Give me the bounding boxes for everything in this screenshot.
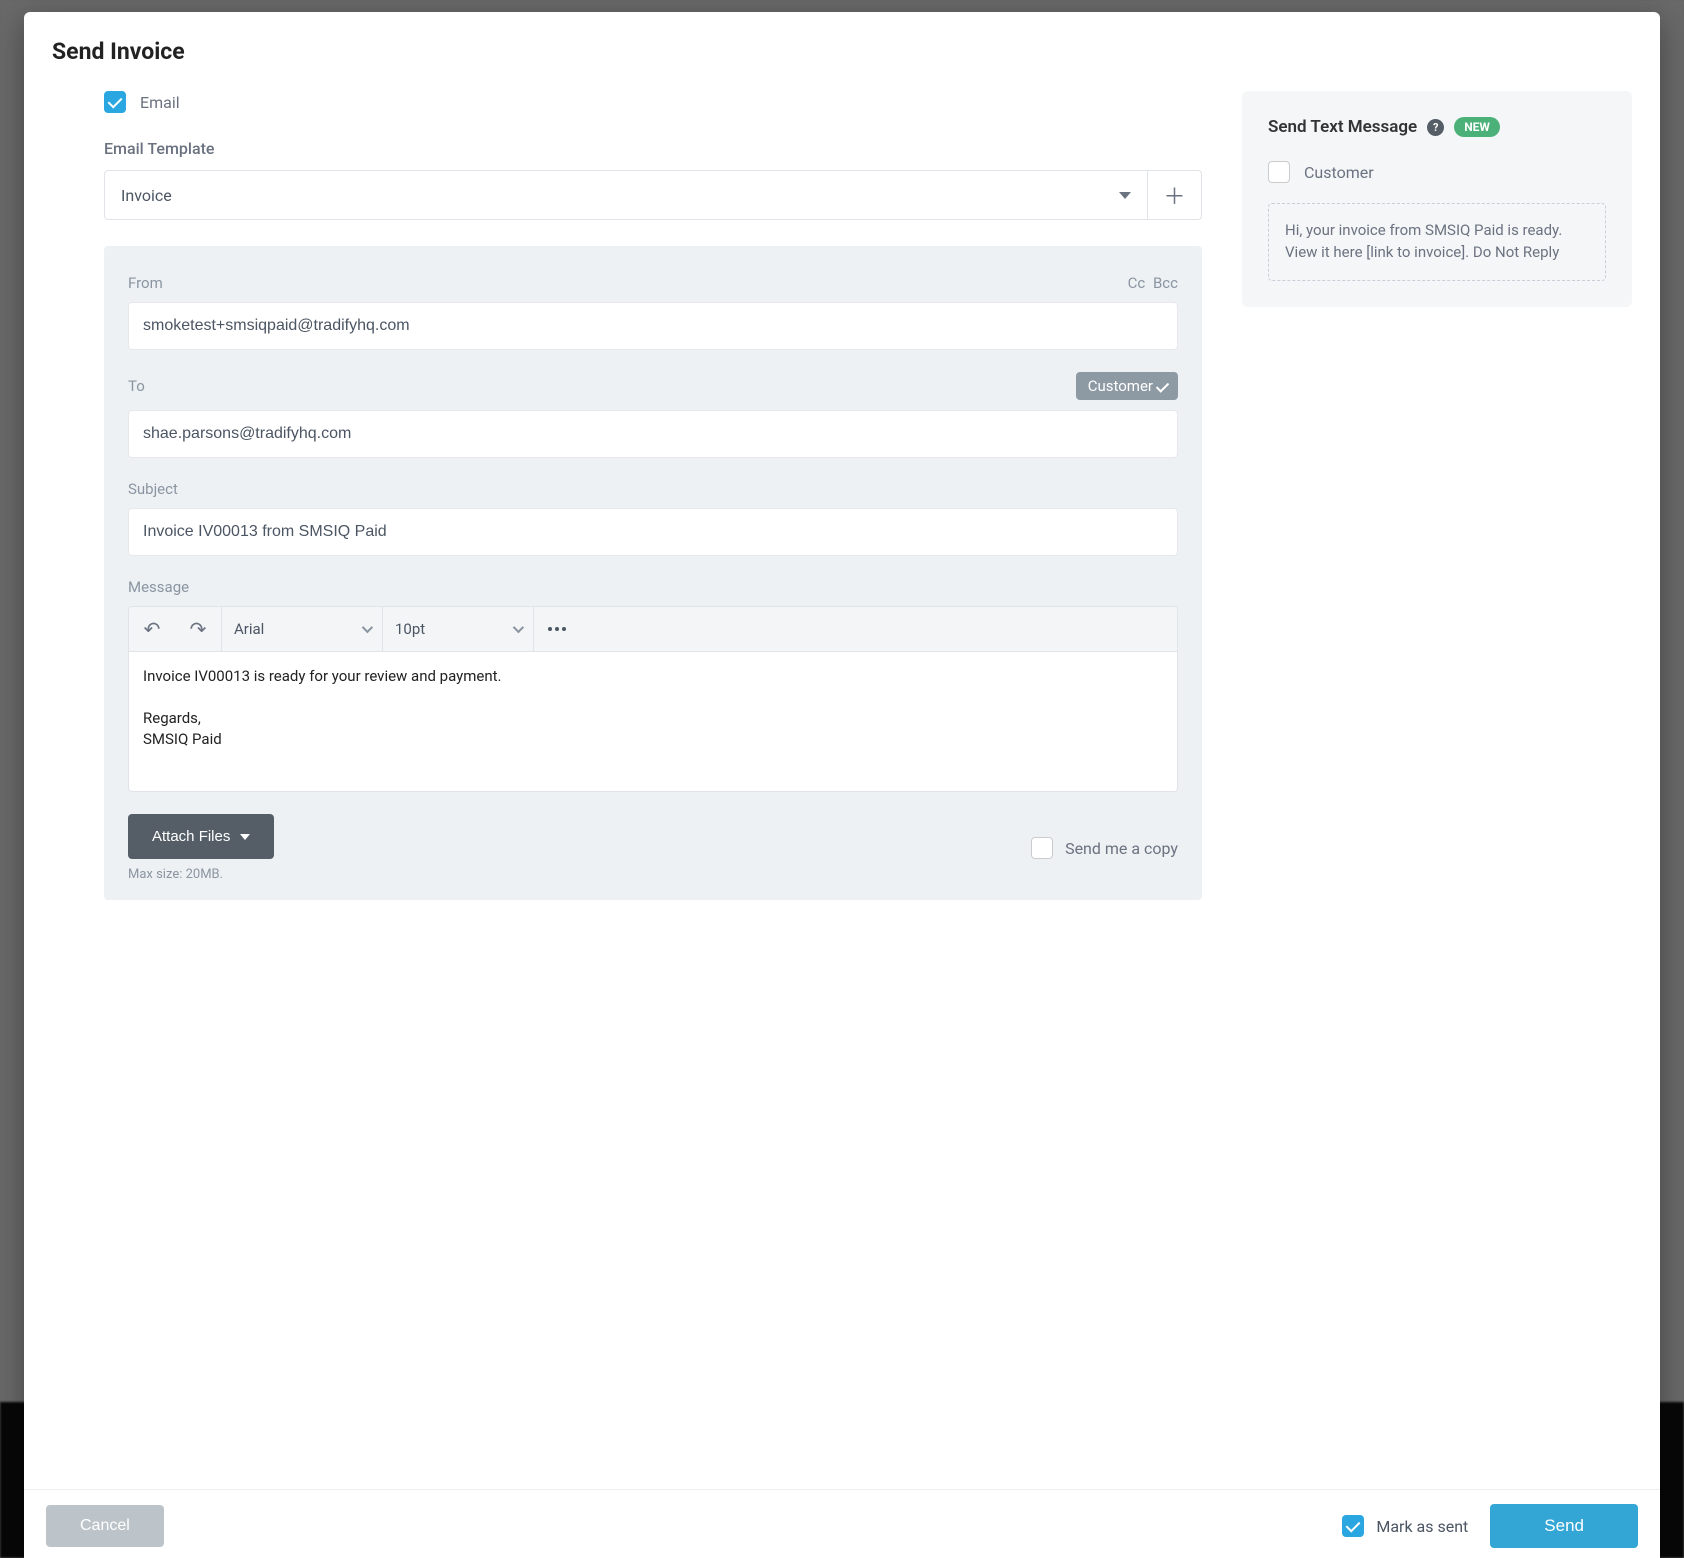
new-badge: NEW bbox=[1454, 117, 1500, 137]
subject-label: Subject bbox=[128, 480, 178, 498]
add-template-button[interactable]: ＋ bbox=[1148, 170, 1202, 220]
send-copy-label: Send me a copy bbox=[1065, 839, 1178, 858]
more-icon bbox=[548, 627, 566, 631]
send-copy-checkbox[interactable] bbox=[1031, 837, 1053, 859]
undo-icon: ↶ bbox=[144, 617, 161, 641]
font-family-select[interactable]: Arial bbox=[222, 607, 382, 651]
message-editor[interactable]: Invoice IV00013 is ready for your review… bbox=[128, 652, 1178, 792]
email-checkbox-label: Email bbox=[140, 93, 180, 112]
sms-customer-label: Customer bbox=[1304, 163, 1374, 182]
chevron-down-icon bbox=[362, 622, 373, 633]
plus-icon: ＋ bbox=[1163, 179, 1185, 211]
max-size-hint: Max size: 20MB. bbox=[128, 867, 274, 882]
send-invoice-modal: Send Invoice Email Email Template Invoic… bbox=[24, 12, 1660, 1558]
more-formatting-button[interactable] bbox=[534, 607, 580, 651]
modal-title: Send Invoice bbox=[52, 38, 1632, 65]
help-icon[interactable]: ? bbox=[1427, 119, 1444, 136]
email-template-value: Invoice bbox=[121, 186, 172, 205]
sms-body-preview: Hi, your invoice from SMSIQ Paid is read… bbox=[1268, 203, 1606, 281]
undo-button[interactable]: ↶ bbox=[129, 607, 175, 651]
dropdown-caret-icon bbox=[1119, 192, 1131, 199]
send-button[interactable]: Send bbox=[1490, 1504, 1638, 1548]
sms-panel: Send Text Message ? NEW Customer Hi, you… bbox=[1242, 91, 1632, 307]
redo-button[interactable]: ↷ bbox=[175, 607, 221, 651]
caret-down-icon bbox=[240, 834, 250, 840]
editor-toolbar: ↶ ↷ Arial 10pt bbox=[128, 606, 1178, 652]
modal-footer: Cancel Mark as sent Send bbox=[24, 1489, 1660, 1558]
mark-as-sent-checkbox[interactable] bbox=[1342, 1515, 1364, 1537]
subject-input[interactable] bbox=[128, 508, 1178, 556]
mark-as-sent-label: Mark as sent bbox=[1376, 1517, 1468, 1536]
email-checkbox[interactable] bbox=[104, 91, 126, 113]
to-input[interactable] bbox=[128, 410, 1178, 458]
customer-recipient-badge[interactable]: Customer bbox=[1076, 372, 1178, 400]
message-label: Message bbox=[128, 578, 189, 596]
cancel-button[interactable]: Cancel bbox=[46, 1505, 164, 1547]
chevron-down-icon bbox=[513, 622, 524, 633]
cc-toggle[interactable]: Cc bbox=[1128, 274, 1146, 292]
sms-customer-checkbox[interactable] bbox=[1268, 161, 1290, 183]
font-size-select[interactable]: 10pt bbox=[383, 607, 533, 651]
email-template-label: Email Template bbox=[104, 139, 1202, 158]
email-compose-panel: From Cc Bcc To Customer bbox=[104, 246, 1202, 900]
redo-icon: ↷ bbox=[190, 617, 207, 641]
attach-files-button[interactable]: Attach Files bbox=[128, 814, 274, 859]
from-input[interactable] bbox=[128, 302, 1178, 350]
bcc-toggle[interactable]: Bcc bbox=[1153, 274, 1178, 292]
to-label: To bbox=[128, 377, 145, 395]
email-template-select[interactable]: Invoice bbox=[104, 170, 1148, 220]
sms-title: Send Text Message bbox=[1268, 117, 1417, 137]
from-label: From bbox=[128, 274, 163, 292]
